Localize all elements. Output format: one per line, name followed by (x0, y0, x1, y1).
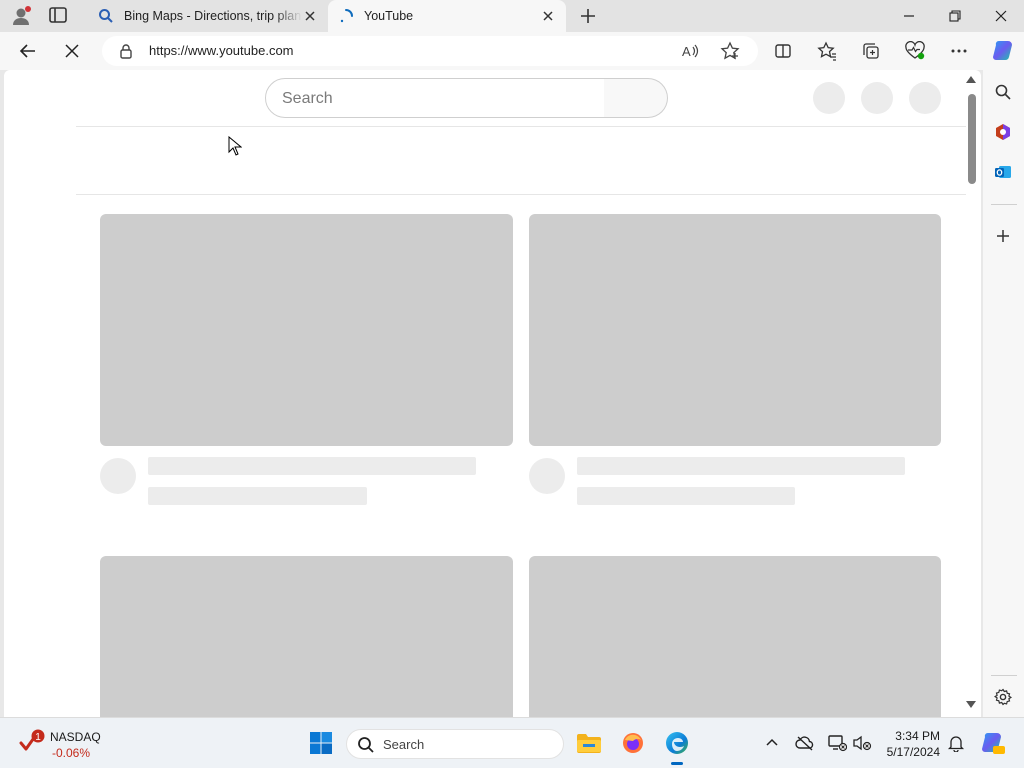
chips-divider (76, 194, 966, 195)
header-placeholder-icon (813, 82, 845, 114)
meta-placeholder (148, 487, 367, 505)
avatar-placeholder (909, 82, 941, 114)
edge-icon[interactable] (664, 730, 690, 756)
favorites-icon[interactable] (816, 40, 838, 62)
chevron-up-icon[interactable] (761, 732, 783, 754)
mouse-cursor-icon (228, 135, 243, 156)
header-divider (76, 126, 966, 127)
taskbar-search[interactable]: Search (346, 729, 564, 759)
search-input[interactable]: Search (265, 78, 605, 118)
tab-strip: Bing Maps - Directions, trip planning Yo… (0, 0, 1024, 32)
tab-bing-maps[interactable]: Bing Maps - Directions, trip planning (88, 0, 328, 32)
video-thumbnail-placeholder (529, 214, 941, 446)
url-text[interactable]: https://www.youtube.com (149, 43, 294, 58)
office-icon[interactable] (992, 121, 1014, 143)
read-aloud-icon[interactable]: A (680, 41, 700, 61)
star-icon[interactable] (720, 41, 740, 61)
channel-avatar-placeholder (100, 458, 136, 494)
video-thumbnail-placeholder (529, 556, 941, 717)
heart-pulse-icon[interactable] (904, 40, 926, 62)
header-placeholder-icon (861, 82, 893, 114)
scroll-up-arrow[interactable] (966, 76, 976, 83)
split-screen-icon[interactable] (772, 40, 794, 62)
stop-loading-button[interactable] (60, 39, 84, 63)
tab-youtube[interactable]: YouTube (328, 0, 566, 32)
sidebar-divider (991, 204, 1017, 205)
copilot-preview-icon[interactable] (980, 730, 1006, 756)
video-thumbnail-placeholder (100, 214, 513, 446)
navigation-bar: https://www.youtube.com A (0, 32, 1024, 70)
stock-change[interactable]: -0.06% (52, 746, 90, 760)
lock-icon[interactable] (118, 43, 134, 59)
search-icon (357, 736, 375, 754)
tab-title: YouTube (364, 9, 414, 23)
title-placeholder (577, 457, 905, 475)
search-icon (98, 8, 114, 24)
profile-icon[interactable] (10, 5, 32, 27)
stock-widget-icon[interactable]: 1 (18, 728, 46, 756)
minimize-button[interactable] (886, 0, 932, 32)
tab-title: Bing Maps - Directions, trip planning (124, 9, 302, 23)
loading-spinner-icon (338, 8, 354, 24)
address-bar[interactable]: https://www.youtube.com A (102, 36, 758, 66)
taskbar: 1 NASDAQ -0.06% Search 3:34 PM 5/17/2024 (0, 717, 1024, 768)
video-thumbnail-placeholder (100, 556, 513, 717)
volume-muted-icon[interactable] (851, 732, 873, 754)
restore-button[interactable] (932, 0, 978, 32)
tab-actions-icon[interactable] (48, 6, 70, 26)
edge-sidebar (983, 70, 1024, 717)
close-tab-icon[interactable] (540, 8, 556, 24)
add-icon[interactable] (992, 225, 1014, 247)
search-placeholder: Search (282, 90, 333, 107)
taskbar-search-label: Search (383, 737, 425, 752)
network-icon[interactable] (826, 732, 848, 754)
page-viewport: Search (4, 70, 981, 717)
outlook-icon[interactable] (992, 161, 1014, 183)
file-explorer-icon[interactable] (576, 730, 602, 756)
widget-badge: 1 (35, 732, 41, 743)
clock-date[interactable]: 5/17/2024 (887, 745, 940, 759)
channel-avatar-placeholder (529, 458, 565, 494)
start-button[interactable] (308, 730, 334, 756)
active-app-indicator (671, 762, 683, 765)
back-button[interactable] (16, 39, 40, 63)
firefox-icon[interactable] (620, 730, 646, 756)
collections-icon[interactable] (860, 40, 882, 62)
new-tab-button[interactable] (577, 5, 599, 27)
copilot-icon[interactable] (990, 38, 1016, 64)
meta-placeholder (577, 487, 795, 505)
svg-text:A: A (682, 44, 691, 59)
settings-icon[interactable] (992, 686, 1014, 708)
search-button[interactable] (604, 78, 668, 118)
stock-name[interactable]: NASDAQ (50, 730, 101, 744)
sidebar-divider (991, 675, 1017, 676)
scrollbar-thumb[interactable] (968, 94, 976, 184)
clock-time[interactable]: 3:34 PM (895, 729, 940, 743)
title-placeholder (148, 457, 476, 475)
close-tab-icon[interactable] (302, 8, 318, 24)
onedrive-offline-icon[interactable] (794, 732, 816, 754)
scroll-down-arrow[interactable] (966, 701, 976, 708)
close-window-button[interactable] (978, 0, 1024, 32)
search-icon[interactable] (992, 81, 1014, 103)
notification-bell-icon[interactable] (945, 732, 967, 754)
more-icon[interactable] (948, 40, 970, 62)
